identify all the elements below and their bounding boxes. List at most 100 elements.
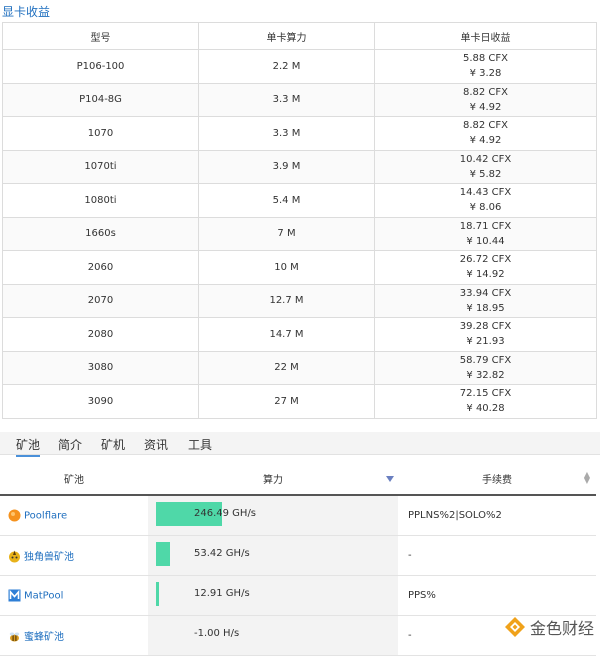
earnings-cny: ¥ 14.92 <box>466 269 505 281</box>
pool-fee: - <box>398 535 596 576</box>
gpu-earnings: 39.28 CFX ¥ 21.93 <box>374 317 597 352</box>
logo-text: 金色财经 <box>529 619 594 638</box>
hashrate-value: -1.00 H/s <box>194 628 240 639</box>
earnings-cfx: 10.42 CFX <box>459 153 512 165</box>
gpu-hashrate: 3.9 M <box>198 149 375 184</box>
pool-name[interactable]: 蜜蜂矿池 <box>0 615 148 656</box>
table-row: 3080 22 M 58.79 CFX ¥ 32.82 <box>2 350 597 385</box>
earnings-cfx: 58.79 CFX <box>459 354 512 366</box>
earnings-cny: ¥ 3.28 <box>469 68 502 80</box>
gpu-hashrate: 10 M <box>198 250 375 285</box>
unicorn-icon <box>8 550 21 563</box>
earnings-cfx: 8.82 CFX <box>462 86 509 98</box>
hashrate-value: 53.42 GH/s <box>194 548 250 559</box>
gpu-model: 1070 <box>2 116 199 151</box>
gpu-section-title: 显卡收益 <box>2 5 51 19</box>
gpu-earnings: 8.82 CFX ¥ 4.92 <box>374 116 597 151</box>
earnings-cfx: 18.71 CFX <box>459 220 512 232</box>
gpu-earnings: 33.94 CFX ¥ 18.95 <box>374 283 597 318</box>
hashrate-bar <box>156 542 170 566</box>
earnings-cny: ¥ 5.82 <box>469 168 502 180</box>
gpu-model: 1660s <box>2 216 199 251</box>
pool-name[interactable]: 独角兽矿池 <box>0 535 148 576</box>
table-row: MatPool 12.91 GH/s PPS% <box>0 575 596 616</box>
orange-circle-icon <box>8 509 21 522</box>
sort-desc-icon[interactable] <box>386 476 394 482</box>
bee-icon <box>8 630 21 643</box>
earnings-cny: ¥ 32.82 <box>466 369 505 381</box>
pool-name[interactable]: Poolflare <box>0 495 148 536</box>
gpu-hashrate: 5.4 M <box>198 183 375 218</box>
gpu-hashrate: 7 M <box>198 216 375 251</box>
pool-hashrate: -1.00 H/s <box>148 615 398 656</box>
matpool-m-icon <box>8 589 21 602</box>
pool-name-label: MatPool <box>24 590 64 602</box>
earnings-cny: ¥ 10.44 <box>466 235 505 247</box>
gpu-model: 2060 <box>2 250 199 285</box>
table-row: 1070ti 3.9 M 10.42 CFX ¥ 5.82 <box>2 149 597 184</box>
pool-name-label: 蜜蜂矿池 <box>24 631 64 643</box>
pool-name[interactable]: MatPool <box>0 575 148 616</box>
earnings-cny: ¥ 4.92 <box>469 101 502 113</box>
tab-4[interactable]: 工具 <box>188 436 212 453</box>
gpu-hashrate: 3.3 M <box>198 82 375 117</box>
pool-name-label: Poolflare <box>24 510 68 522</box>
gpu-hashrate: 3.3 M <box>198 116 375 151</box>
table-row: 2080 14.7 M 39.28 CFX ¥ 21.93 <box>2 317 597 352</box>
gpu-model: 2070 <box>2 283 199 318</box>
tab-3[interactable]: 资讯 <box>144 436 168 453</box>
table-row: 1660s 7 M 18.71 CFX ¥ 10.44 <box>2 216 597 251</box>
earnings-cny: ¥ 4.92 <box>469 135 502 147</box>
earnings-cfx: 33.94 CFX <box>459 287 512 299</box>
gpu-earnings: 14.43 CFX ¥ 8.06 <box>374 183 597 218</box>
earnings-cfx: 72.15 CFX <box>459 388 512 400</box>
pool-name-label: 独角兽矿池 <box>24 551 74 563</box>
earnings-cfx: 39.28 CFX <box>459 321 512 333</box>
hashrate-value: 12.91 GH/s <box>194 588 250 599</box>
earnings-cny: ¥ 18.95 <box>466 302 505 314</box>
gpu-earnings: 8.82 CFX ¥ 4.92 <box>374 82 597 117</box>
tab-bar: 矿池 简介 矿机 资讯 工具 <box>0 432 600 457</box>
gpu-model: 3080 <box>2 350 199 385</box>
jinse-logo-icon <box>504 617 525 637</box>
header-pool[interactable]: 矿池 <box>0 462 148 496</box>
pool-fee: PPLNS%2|SOLO%2 <box>398 495 596 536</box>
earnings-cny: ¥ 40.28 <box>466 403 505 415</box>
table-row: P104-8G 3.3 M 8.82 CFX ¥ 4.92 <box>2 82 597 117</box>
table-row: P106-100 2.2 M 5.88 CFX ¥ 3.28 <box>2 49 597 84</box>
table-row: 1070 3.3 M 8.82 CFX ¥ 4.92 <box>2 116 597 151</box>
table-row: 1080ti 5.4 M 14.43 CFX ¥ 8.06 <box>2 183 597 218</box>
earnings-cfx: 8.82 CFX <box>462 120 509 132</box>
earnings-cny: ¥ 21.93 <box>466 336 505 348</box>
sort-icon[interactable]: ▲ ▼ <box>584 471 590 485</box>
header-fee[interactable]: 手续费 ▲ ▼ <box>398 462 596 496</box>
pool-fee: PPS% <box>398 575 596 616</box>
pool-hashrate: 246.49 GH/s <box>148 495 398 536</box>
header-pool-hashrate[interactable]: 算力 <box>148 462 398 496</box>
gpu-hashrate: 2.2 M <box>198 49 375 84</box>
gpu-earnings: 58.79 CFX ¥ 32.82 <box>374 350 597 385</box>
hashrate-value: 246.49 GH/s <box>194 508 257 519</box>
header-hashrate: 单卡算力 <box>198 22 375 50</box>
table-row: 独角兽矿池 53.42 GH/s - <box>0 535 596 576</box>
tab-1[interactable]: 简介 <box>58 436 82 453</box>
gpu-earnings-table: 型号 单卡算力 单卡日收益 P106-100 2.2 M 5.88 CFX ¥ 3.2… <box>2 22 597 419</box>
gpu-model: 1070ti <box>2 149 199 184</box>
table-row: 3090 27 M 72.15 CFX ¥ 40.28 <box>2 384 597 419</box>
tab-2[interactable]: 矿机 <box>101 436 125 453</box>
tab-0[interactable]: 矿池 <box>16 436 41 457</box>
pool-hashrate: 53.42 GH/s <box>148 535 398 576</box>
gpu-model: P104-8G <box>2 82 199 117</box>
gpu-hashrate: 14.7 M <box>198 317 375 352</box>
gpu-hashrate: 12.7 M <box>198 283 375 318</box>
earnings-cfx: 5.88 CFX <box>462 53 509 65</box>
table-row: 2060 10 M 26.72 CFX ¥ 14.92 <box>2 250 597 285</box>
gpu-model: 3090 <box>2 384 199 419</box>
header-daily-earnings: 单卡日收益 <box>374 22 597 50</box>
gpu-model: P106-100 <box>2 49 199 84</box>
gpu-model: 2080 <box>2 317 199 352</box>
header-fee-label: 手续费 <box>482 474 512 486</box>
gpu-earnings: 18.71 CFX ¥ 10.44 <box>374 216 597 251</box>
header-model: 型号 <box>2 22 199 50</box>
earnings-cfx: 26.72 CFX <box>459 254 512 266</box>
